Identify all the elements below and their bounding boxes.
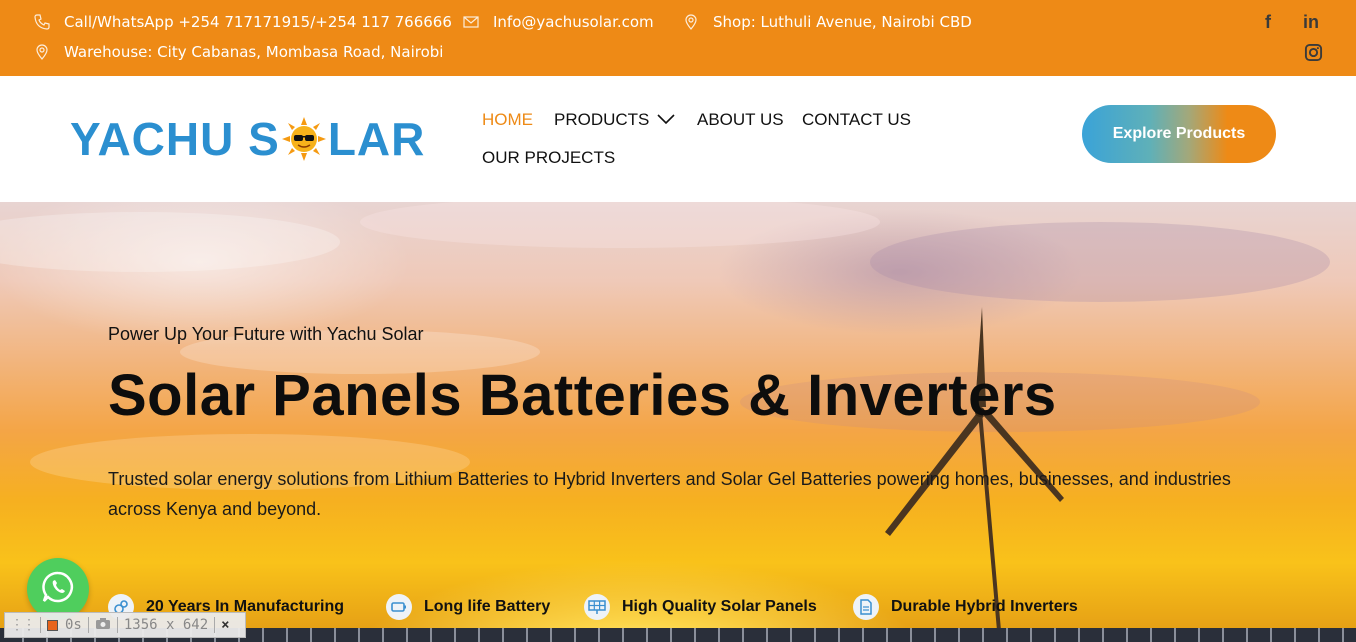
- linkedin-icon[interactable]: in: [1303, 12, 1319, 33]
- email-icon: [463, 14, 479, 30]
- feature-label: Durable Hybrid Inverters: [891, 598, 1078, 615]
- site-logo[interactable]: YACHU S LAR: [70, 113, 426, 165]
- nav-products[interactable]: PRODUCTS: [554, 110, 675, 130]
- feature-battery: Long life Battery: [386, 594, 550, 620]
- close-icon[interactable]: ×: [221, 617, 229, 633]
- logo-text-left: YACHU S: [70, 113, 280, 165]
- whatsapp-icon: [41, 570, 75, 608]
- phone-icon: [34, 14, 50, 30]
- top-bar: Call/WhatsApp +254 717171915/+254 117 76…: [0, 0, 1356, 76]
- shop-text: Shop: Luthuli Avenue, Nairobi CBD: [713, 13, 972, 31]
- warehouse-text: Warehouse: City Cabanas, Mombasa Road, N…: [64, 43, 444, 61]
- site-header: YACHU S LAR HOME PRODUCTS ABOUT US CONTA…: [0, 76, 1356, 202]
- battery-icon: [386, 594, 412, 620]
- chevron-down-icon: [657, 110, 675, 130]
- location-icon: [683, 14, 699, 30]
- solar-panel-icon: [584, 594, 610, 620]
- explore-products-button[interactable]: Explore Products: [1082, 105, 1276, 163]
- hero-title: Solar Panels Batteries & Inverters: [108, 363, 1057, 428]
- logo-text-right: LAR: [327, 113, 426, 165]
- nav-contact[interactable]: CONTACT US: [802, 110, 911, 130]
- location-icon: [34, 44, 50, 60]
- nav-products-label: PRODUCTS: [554, 110, 650, 129]
- feature-inverters: Durable Hybrid Inverters: [853, 594, 1078, 620]
- feature-label: Long life Battery: [424, 598, 551, 615]
- hero-subtitle: Power Up Your Future with Yachu Solar: [108, 324, 424, 344]
- email-contact[interactable]: Info@yachusolar.com: [463, 13, 654, 31]
- whatsapp-button[interactable]: [27, 558, 89, 620]
- nav-home[interactable]: HOME: [482, 110, 533, 130]
- hero-section: Power Up Your Future with Yachu Solar So…: [0, 202, 1356, 642]
- instagram-icon[interactable]: [1304, 43, 1323, 67]
- camera-icon[interactable]: [95, 617, 111, 634]
- facebook-icon[interactable]: f: [1265, 12, 1271, 33]
- document-icon: [853, 594, 879, 620]
- feature-label: High Quality Solar Panels: [622, 598, 817, 615]
- shop-location[interactable]: Shop: Luthuli Avenue, Nairobi CBD: [683, 13, 972, 31]
- nav-about[interactable]: ABOUT US: [697, 110, 784, 130]
- nav-projects[interactable]: OUR PROJECTS: [482, 148, 615, 168]
- sun-sunglasses-icon: [281, 117, 326, 161]
- phone-contact[interactable]: Call/WhatsApp +254 717171915/+254 117 76…: [34, 13, 452, 31]
- record-icon[interactable]: [47, 619, 58, 631]
- hero-description: Trusted solar energy solutions from Lith…: [108, 469, 1231, 519]
- warehouse-location[interactable]: Warehouse: City Cabanas, Mombasa Road, N…: [34, 43, 443, 61]
- feature-solar-panels: High Quality Solar Panels: [584, 594, 817, 620]
- drag-handle-icon[interactable]: ⋮⋮: [10, 617, 36, 633]
- recording-time: 0s: [65, 617, 82, 633]
- recording-size: 1356 x 642: [123, 617, 209, 633]
- phone-text: Call/WhatsApp +254 717171915/+254 117 76…: [64, 13, 452, 31]
- screen-recorder-bar: ⋮⋮ 0s 1356 x 642 ×: [4, 612, 246, 638]
- email-text: Info@yachusolar.com: [493, 13, 654, 31]
